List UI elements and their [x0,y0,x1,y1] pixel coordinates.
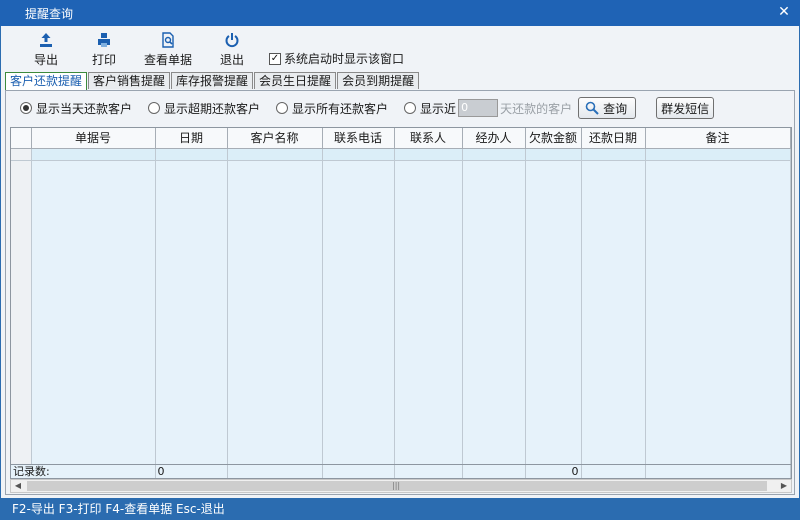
row-indicator-header [11,128,32,149]
radio-all-label: 显示所有还款客户 [292,101,389,116]
col-header-contact[interactable]: 联系人 [394,128,463,149]
radio-overdue[interactable]: 显示超期还款客户 [148,100,260,117]
data-grid[interactable]: 单据号 日期 客户名称 联系电话 联系人 经办人 欠款金额 还款日期 备注 [10,127,792,465]
print-button[interactable]: 打印 [75,26,133,70]
summary-row: 记录数: 0 0 [10,465,792,479]
search-icon [585,101,599,115]
days-input[interactable]: 0 [458,99,499,117]
col-header-remark[interactable]: 备注 [645,128,791,149]
title-bar: 提醒查询 ✕ [0,0,800,26]
grid-empty-area [11,160,791,464]
print-label: 打印 [91,53,116,67]
filter-bar: 显示当天还款客户 显示超期还款客户 显示所有还款客户 显示近 0 天还款的客户 [6,91,794,125]
export-button[interactable]: 导出 [17,26,75,70]
record-count-value: 0 [155,465,228,478]
grip-icon: ||| [392,481,401,490]
tab-panel: 显示当天还款客户 显示超期还款客户 显示所有还款客户 显示近 0 天还款的客户 [5,90,795,495]
radio-today-label: 显示当天还款客户 [36,101,133,116]
window-body: 导出 打印 查看单据 退出 ✓ 系统启动时显示该窗口 客户还款提醒 客户销售提醒… [1,26,799,498]
view-document-label: 查看单据 [143,53,192,67]
query-button[interactable]: 查询 [578,97,637,119]
radio-unselected-icon[interactable] [276,102,289,114]
power-icon [225,33,239,48]
radio-unselected-icon[interactable] [404,102,417,114]
window-title: 提醒查询 [25,6,74,21]
col-header-handler[interactable]: 经办人 [462,128,526,149]
send-sms-label: 群发短信 [661,101,710,116]
grid-header-row: 单据号 日期 客户名称 联系电话 联系人 经办人 欠款金额 还款日期 备注 [11,128,791,149]
tab-stock-alert[interactable]: 库存报警提醒 [171,72,254,89]
exit-label: 退出 [219,53,244,67]
record-count-label: 记录数: [11,465,156,478]
send-sms-button[interactable]: 群发短信 [656,97,715,119]
tab-member-birthday[interactable]: 会员生日提醒 [254,72,337,89]
days-suffix-label: 天还款的客户 [500,101,573,116]
col-header-date[interactable]: 日期 [155,128,228,149]
horizontal-scrollbar[interactable]: ◀ ||| ▶ [10,479,792,493]
export-icon [40,33,52,47]
col-header-customer[interactable]: 客户名称 [227,128,323,149]
view-document-button[interactable]: 查看单据 [133,26,203,70]
document-search-icon [162,32,174,48]
table-row[interactable] [11,148,791,161]
tab-customer-repayment[interactable]: 客户还款提醒 [5,72,88,90]
export-label: 导出 [33,53,58,67]
amount-total-value: 0 [525,465,582,478]
col-header-phone[interactable]: 联系电话 [322,128,395,149]
col-header-amount-owed[interactable]: 欠款金额 [525,128,582,149]
tab-strip: 客户还款提醒 客户销售提醒 库存报警提醒 会员生日提醒 会员到期提醒 [5,72,420,90]
tab-member-expiry[interactable]: 会员到期提醒 [337,72,420,89]
scroll-left-icon[interactable]: ◀ [11,480,25,492]
col-header-repay-date[interactable]: 还款日期 [581,128,646,149]
close-icon[interactable]: ✕ [776,4,792,20]
radio-overdue-label: 显示超期还款客户 [164,101,261,116]
tab-customer-sales[interactable]: 客户销售提醒 [88,72,171,89]
radio-today[interactable]: 显示当天还款客户 [20,100,132,117]
radio-unselected-icon[interactable] [148,102,161,114]
radio-near-days[interactable]: 显示近 [404,100,456,117]
radio-all[interactable]: 显示所有还款客户 [276,100,388,117]
radio-near-label: 显示近 [420,101,457,116]
scroll-right-icon[interactable]: ▶ [777,480,791,492]
radio-selected-icon[interactable] [20,102,32,114]
shortcut-status-bar: F2-导出 F3-打印 F4-查看单据 Esc-退出 [0,498,800,520]
query-label: 查询 [603,101,628,116]
startup-checkbox-label: 系统启动时显示该窗口 [284,52,405,66]
exit-button[interactable]: 退出 [203,26,261,70]
col-header-doc-no[interactable]: 单据号 [31,128,156,149]
checkbox-checked-icon[interactable]: ✓ [269,52,281,65]
printer-icon [98,33,110,47]
scrollbar-thumb[interactable]: ||| [27,481,767,491]
startup-checkbox[interactable]: ✓ 系统启动时显示该窗口 [269,50,404,67]
toolbar: 导出 打印 查看单据 退出 ✓ 系统启动时显示该窗口 [1,26,799,72]
